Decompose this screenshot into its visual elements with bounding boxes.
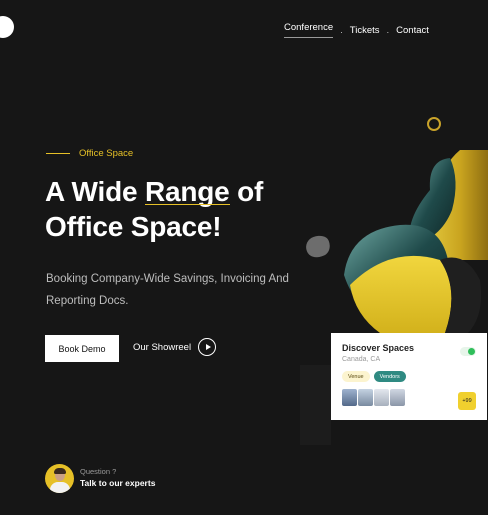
showreel-link[interactable]: Our Showreel xyxy=(133,338,217,356)
avatar-body xyxy=(50,482,70,493)
nav-item-contact[interactable]: Contact xyxy=(396,25,429,36)
nav-item-conference[interactable]: Conference xyxy=(284,22,334,38)
card-title: Discover Spaces xyxy=(342,343,415,353)
showreel-label: Our Showreel xyxy=(133,341,192,353)
expert-text: Question ? Talk to our experts xyxy=(80,467,155,490)
headline-post: of xyxy=(229,176,264,207)
card-thumbnails xyxy=(342,389,477,406)
card-tags: Venue Vendors xyxy=(342,371,477,382)
page-title: A Wide Range of Office Space! xyxy=(45,174,335,244)
book-demo-button[interactable]: Book Demo xyxy=(45,335,119,362)
card-location: Canada, CA xyxy=(342,356,381,363)
thumbnail[interactable] xyxy=(342,389,357,406)
headline-pre: A Wide xyxy=(45,176,145,207)
eyebrow: Office Space xyxy=(46,148,133,159)
hero-subtitle: Booking Company-Wide Savings, Invoicing … xyxy=(46,273,289,307)
headline-line2: Office Space! xyxy=(45,211,222,242)
tag-venue[interactable]: Venue xyxy=(342,371,370,382)
toggle-switch-icon[interactable] xyxy=(460,347,476,356)
expert-cta[interactable]: Talk to our experts xyxy=(80,477,155,490)
more-count-badge[interactable]: +99 xyxy=(458,392,476,410)
talk-to-experts[interactable]: Question ? Talk to our experts xyxy=(45,464,155,493)
headline-highlight: Range xyxy=(144,176,230,207)
tag-vendors[interactable]: Vendors xyxy=(373,371,406,382)
card-shadow xyxy=(300,365,331,445)
top-nav: Conference . Tickets . Contact xyxy=(284,22,429,38)
thumbnail[interactable] xyxy=(390,389,405,406)
nav-separator: . xyxy=(340,24,343,36)
nav-separator: . xyxy=(386,24,390,36)
nav-item-tickets[interactable]: Tickets xyxy=(350,25,380,36)
expert-question: Question ? xyxy=(80,467,117,476)
landing-page: Conference . Tickets . Contact Office Sp… xyxy=(0,0,488,515)
avatar-hair xyxy=(54,468,66,474)
eyebrow-text: Office Space xyxy=(79,148,134,159)
logo-icon[interactable] xyxy=(0,16,14,38)
eyebrow-line xyxy=(46,152,70,155)
discover-spaces-card[interactable]: Discover Spaces Canada, CA Venue Vendors… xyxy=(331,333,487,420)
thumbnail[interactable] xyxy=(358,389,373,406)
thumbnail[interactable] xyxy=(374,389,389,406)
play-icon[interactable] xyxy=(198,338,217,356)
decorative-ring-icon xyxy=(427,117,441,131)
hero-illustration xyxy=(344,150,488,333)
avatar xyxy=(45,464,74,493)
